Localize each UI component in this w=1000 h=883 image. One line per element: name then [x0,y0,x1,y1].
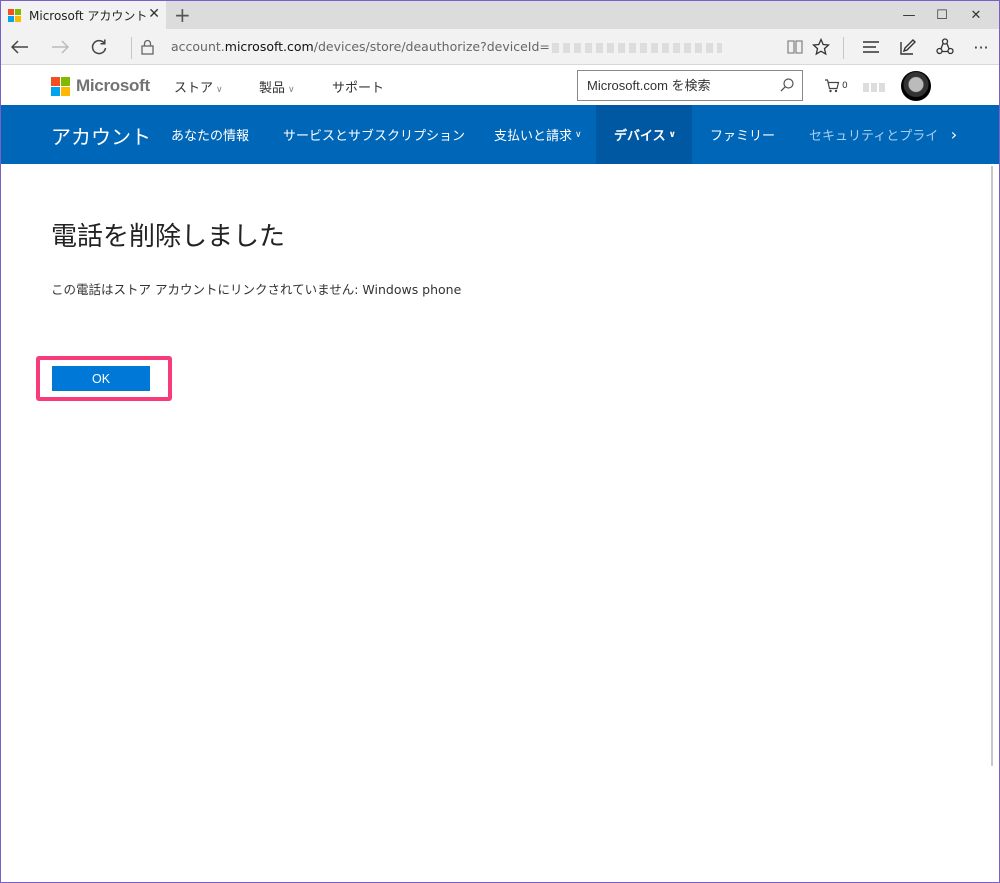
book-icon [787,40,803,54]
forward-arrow-icon [52,40,69,54]
share-icon [936,38,954,55]
account-nav-label: セキュリティとプライ. [809,129,939,144]
new-tab-button[interactable]: + [174,3,191,27]
back-arrow-icon [11,40,28,54]
chevron-down-icon: ∨ [216,85,223,95]
chevron-down-icon: ∨ [575,129,582,140]
pen-note-icon [900,39,916,55]
toolbar-divider [131,37,132,59]
cart-icon [825,79,840,93]
account-nav-services[interactable]: サービスとサブスクリプション [283,105,465,164]
more-menu-button[interactable]: ··· [969,36,993,58]
url-field[interactable]: account.microsoft.com/devices/store/deau… [171,39,722,54]
web-note-button[interactable] [896,36,920,58]
site-header: Microsoft ストア∨ 製品∨ サポート 0 [1,66,999,105]
account-nav-label: ファミリー [710,129,776,144]
url-redacted [551,42,722,53]
cart-count: 0 [842,81,848,91]
forward-button[interactable] [49,36,71,58]
account-nav: アカウント あなたの情報 サービスとサブスクリプション 支払いと請求 ∨ デバイス… [1,105,999,164]
favorite-button[interactable] [809,36,833,58]
account-nav-label: 支払いと請求 [494,129,573,144]
header-nav-products[interactable]: 製品 ∨ [259,77,295,96]
site-search[interactable] [577,70,803,101]
browser-window: Microsoft アカウント | アプ ✕ + — ☐ ✕ account.m… [0,0,1000,883]
confirmation-message: この電話はストア アカウントにリンクされていません: Windows phone [51,282,462,297]
share-button[interactable] [933,36,957,58]
nav-label: 製品 [259,81,286,96]
refresh-icon [91,39,107,55]
account-nav-label: サービスとサブスクリプション [283,129,466,144]
lock-icon [141,39,154,55]
tab-close-icon[interactable]: ✕ [148,6,160,22]
search-input[interactable] [578,71,768,100]
tab-title: Microsoft アカウント | アプ [29,8,147,23]
star-icon [812,38,830,56]
account-nav-devices[interactable]: デバイス ∨ [596,105,692,164]
tab-bar: Microsoft アカウント | アプ ✕ + — ☐ ✕ [1,1,999,29]
refresh-button[interactable] [88,36,110,58]
account-nav-label: デバイス [614,129,666,144]
avatar[interactable] [901,71,931,101]
chevron-down-icon: ∨ [288,85,295,95]
url-path: /devices/store/deauthorize?deviceId= [313,39,550,54]
user-name-redacted [863,83,885,92]
nav-next-chevron-icon[interactable]: › [939,105,969,164]
microsoft-logo[interactable]: Microsoft [51,76,150,96]
close-window-button[interactable]: ✕ [953,1,999,29]
header-nav-store[interactable]: ストア ∨ [174,77,223,96]
logo-text: Microsoft [76,76,150,95]
microsoft-favicon-icon [8,8,21,22]
url-host: microsoft.com [224,39,314,54]
chevron-down-icon: ∨ [668,129,676,140]
page-title: 電話を削除しました [51,222,286,252]
url-prefix: account. [171,39,225,54]
account-nav-label: あなたの情報 [171,129,250,144]
ok-button[interactable]: OK [52,366,150,391]
hub-button[interactable] [859,36,883,58]
nav-label: ストア [174,81,214,96]
microsoft-logo-icon [51,76,70,96]
hub-lines-icon [863,41,879,53]
header-nav-support[interactable]: サポート [332,77,384,96]
reading-view-button[interactable] [783,36,807,58]
address-toolbar: account.microsoft.com/devices/store/deau… [1,29,999,65]
browser-tab[interactable]: Microsoft アカウント | アプ ✕ [1,1,166,29]
account-nav-security-privacy[interactable]: セキュリティとプライ. [809,105,939,164]
account-nav-family[interactable]: ファミリー [710,105,775,164]
account-nav-title[interactable]: アカウント [51,121,151,150]
search-icon[interactable] [780,78,794,92]
account-nav-your-info[interactable]: あなたの情報 [171,105,249,164]
scrollbar[interactable] [991,166,993,766]
toolbar-divider [843,37,844,59]
back-button[interactable] [9,36,31,58]
cart-button[interactable]: 0 [824,79,848,93]
nav-label: サポート [332,81,385,96]
account-nav-payment[interactable]: 支払いと請求 ∨ [494,105,582,164]
